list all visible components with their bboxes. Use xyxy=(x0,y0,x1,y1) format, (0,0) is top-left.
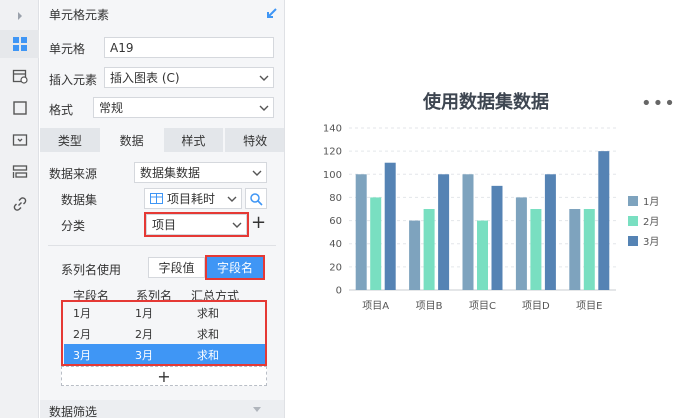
tab-type[interactable]: 类型 xyxy=(40,128,100,152)
format-select[interactable]: 常规 xyxy=(93,97,274,118)
insert-element-value: 插入图表 (C) xyxy=(110,71,180,85)
format-value: 常规 xyxy=(99,101,124,115)
insert-element-label: 插入元素 xyxy=(49,73,98,87)
chevron-down-icon xyxy=(252,170,262,176)
panel-tabs: 类型 数据 样式 特效 xyxy=(40,128,284,152)
bar xyxy=(515,197,527,290)
y-tick-label: 140 xyxy=(323,124,342,135)
bar xyxy=(384,162,396,290)
bar-chart: 0 20 40 60 80 100 120 140 项目A 项目B 项目C 项目D 项目E 1月 2月 3月 xyxy=(323,124,659,313)
tab-style[interactable]: 样式 xyxy=(163,128,224,152)
y-tick-label: 40 xyxy=(329,239,342,250)
dataset-label: 数据集 xyxy=(61,193,98,207)
tab-data[interactable]: 数据 xyxy=(101,128,162,152)
field-value-toggle[interactable]: 字段值 xyxy=(148,257,205,278)
data-source-select[interactable]: 数据集数据 xyxy=(134,162,267,183)
bar xyxy=(409,220,421,290)
cell-label: 单元格 xyxy=(49,42,86,56)
series-name-label: 系列名使用 xyxy=(61,263,122,277)
field-name-toggle[interactable]: 字段名 xyxy=(205,255,265,280)
cell-input[interactable]: A19 xyxy=(104,37,274,58)
y-tick-label: 120 xyxy=(323,147,342,158)
chevron-down-icon xyxy=(232,222,242,228)
icon-rail xyxy=(0,0,39,418)
chevron-down-icon xyxy=(227,196,237,202)
dataset-value: 项目耗时 xyxy=(167,192,216,206)
search-button[interactable] xyxy=(245,188,267,209)
legend-label: 3月 xyxy=(643,236,659,248)
y-tick-label: 80 xyxy=(329,193,342,204)
divider xyxy=(48,245,276,246)
data-filter-label: 数据筛选 xyxy=(49,405,98,418)
fields-highlight-box xyxy=(61,300,267,366)
legend-label: 1月 xyxy=(643,196,659,208)
legend-swatch xyxy=(628,216,638,226)
cell-attribute-icon[interactable] xyxy=(0,62,39,90)
bar xyxy=(423,209,435,290)
category-label: 分类 xyxy=(61,219,86,233)
y-tick-label: 20 xyxy=(329,262,342,273)
hyperlink-box-icon[interactable] xyxy=(0,126,39,154)
chevron-down-icon xyxy=(259,75,269,81)
legend-swatch xyxy=(628,196,638,206)
bar xyxy=(598,151,610,290)
bar xyxy=(530,209,542,290)
bar xyxy=(477,220,488,290)
panel-title: 单元格元素 xyxy=(49,8,110,22)
y-tick-label: 100 xyxy=(323,170,342,181)
category-select[interactable]: 项目 xyxy=(144,212,249,237)
widget-icon[interactable] xyxy=(0,94,39,122)
y-tick-label: 0 xyxy=(336,286,342,297)
condition-attribute-icon[interactable] xyxy=(0,158,39,186)
bar xyxy=(355,174,367,290)
chevron-down-icon xyxy=(259,105,269,111)
dataset-table-icon xyxy=(150,193,163,204)
dataset-select[interactable]: 项目耗时 xyxy=(144,188,242,209)
x-tick-label: 项目A xyxy=(362,300,389,312)
x-tick-label: 项目E xyxy=(576,300,602,312)
cell-element-icon[interactable] xyxy=(0,30,39,58)
expand-arrow-icon[interactable] xyxy=(0,2,39,30)
chart-area: 使用数据集数据 ••• 0 20 40 60 80 100 120 140 项目A 项目B 项目C 项… xyxy=(286,0,675,418)
bar xyxy=(569,209,581,290)
tab-effect[interactable]: 特效 xyxy=(225,128,284,152)
legend-label: 2月 xyxy=(643,216,659,228)
collapse-arrow-icon xyxy=(253,407,261,412)
x-tick-label: 项目B xyxy=(416,300,443,312)
bar xyxy=(491,185,503,290)
pin-arrow-icon[interactable] xyxy=(264,7,278,24)
add-category-button[interactable]: + xyxy=(251,212,266,233)
bar xyxy=(370,197,382,290)
property-panel: 单元格元素 单元格 A19 插入元素 插入图表 (C) 格式 常规 类型 数据 … xyxy=(40,0,285,418)
x-tick-label: 项目D xyxy=(522,300,550,312)
bar xyxy=(583,209,595,290)
bar xyxy=(544,174,556,290)
y-tick-label: 60 xyxy=(329,216,342,227)
x-tick-label: 项目C xyxy=(469,300,496,312)
data-filter-section[interactable]: 数据筛选 xyxy=(40,400,284,418)
legend-swatch xyxy=(628,236,638,246)
insert-element-select[interactable]: 插入图表 (C) xyxy=(104,67,274,88)
add-field-button[interactable]: + xyxy=(61,366,267,386)
data-source-label: 数据来源 xyxy=(49,167,98,181)
data-source-value: 数据集数据 xyxy=(140,166,201,180)
format-label: 格式 xyxy=(49,103,74,117)
bar xyxy=(462,174,474,290)
category-value: 项目 xyxy=(152,218,177,232)
bar xyxy=(438,174,450,290)
search-icon xyxy=(250,192,263,206)
link-icon[interactable] xyxy=(0,190,39,218)
